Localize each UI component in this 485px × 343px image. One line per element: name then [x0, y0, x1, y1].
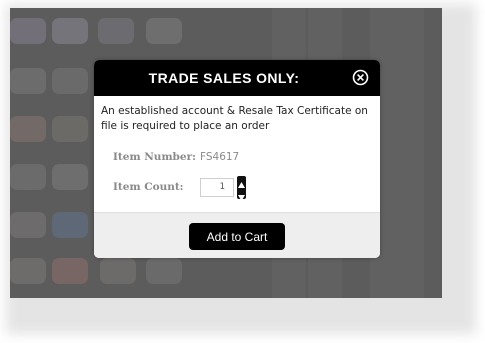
- item-count-value: 1: [219, 182, 225, 192]
- background-swatch: [10, 164, 46, 190]
- background-swatch: [98, 18, 134, 44]
- background-swatch: [10, 212, 46, 238]
- item-count-label: Item Count:: [113, 181, 184, 193]
- background-swatch: [146, 258, 182, 284]
- background-swatch: [52, 258, 88, 284]
- background-swatch: [146, 18, 182, 44]
- decrement-arrow-icon[interactable]: [237, 188, 246, 201]
- background-swatch: [52, 212, 88, 238]
- close-icon[interactable]: [352, 69, 369, 86]
- background-swatch: [10, 258, 46, 284]
- modal-title: TRADE SALES ONLY:: [148, 70, 300, 86]
- modal-footer: Add to Cart: [94, 212, 380, 258]
- background-swatch: [10, 116, 46, 142]
- item-number-label: Item Number:: [113, 151, 196, 163]
- increment-arrow-icon[interactable]: [237, 176, 246, 188]
- add-to-cart-button[interactable]: Add to Cart: [189, 223, 285, 250]
- background-swatch: [52, 18, 88, 44]
- item-number-value: FS4617: [200, 151, 240, 163]
- background-swatch: [10, 18, 46, 44]
- item-count-stepper[interactable]: [237, 176, 246, 201]
- item-count-input[interactable]: 1: [200, 178, 234, 197]
- background-swatch: [100, 258, 136, 284]
- trade-sales-modal: TRADE SALES ONLY: An established account…: [94, 60, 380, 258]
- background-swatch: [52, 164, 88, 190]
- page-overlay: TRADE SALES ONLY: An established account…: [10, 8, 442, 298]
- background-swatch: [10, 68, 46, 94]
- background-swatch: [52, 68, 88, 94]
- background-swatch: [52, 116, 88, 142]
- trade-notice-text: An established account & Resale Tax Cert…: [101, 105, 368, 132]
- modal-header: TRADE SALES ONLY:: [94, 60, 380, 96]
